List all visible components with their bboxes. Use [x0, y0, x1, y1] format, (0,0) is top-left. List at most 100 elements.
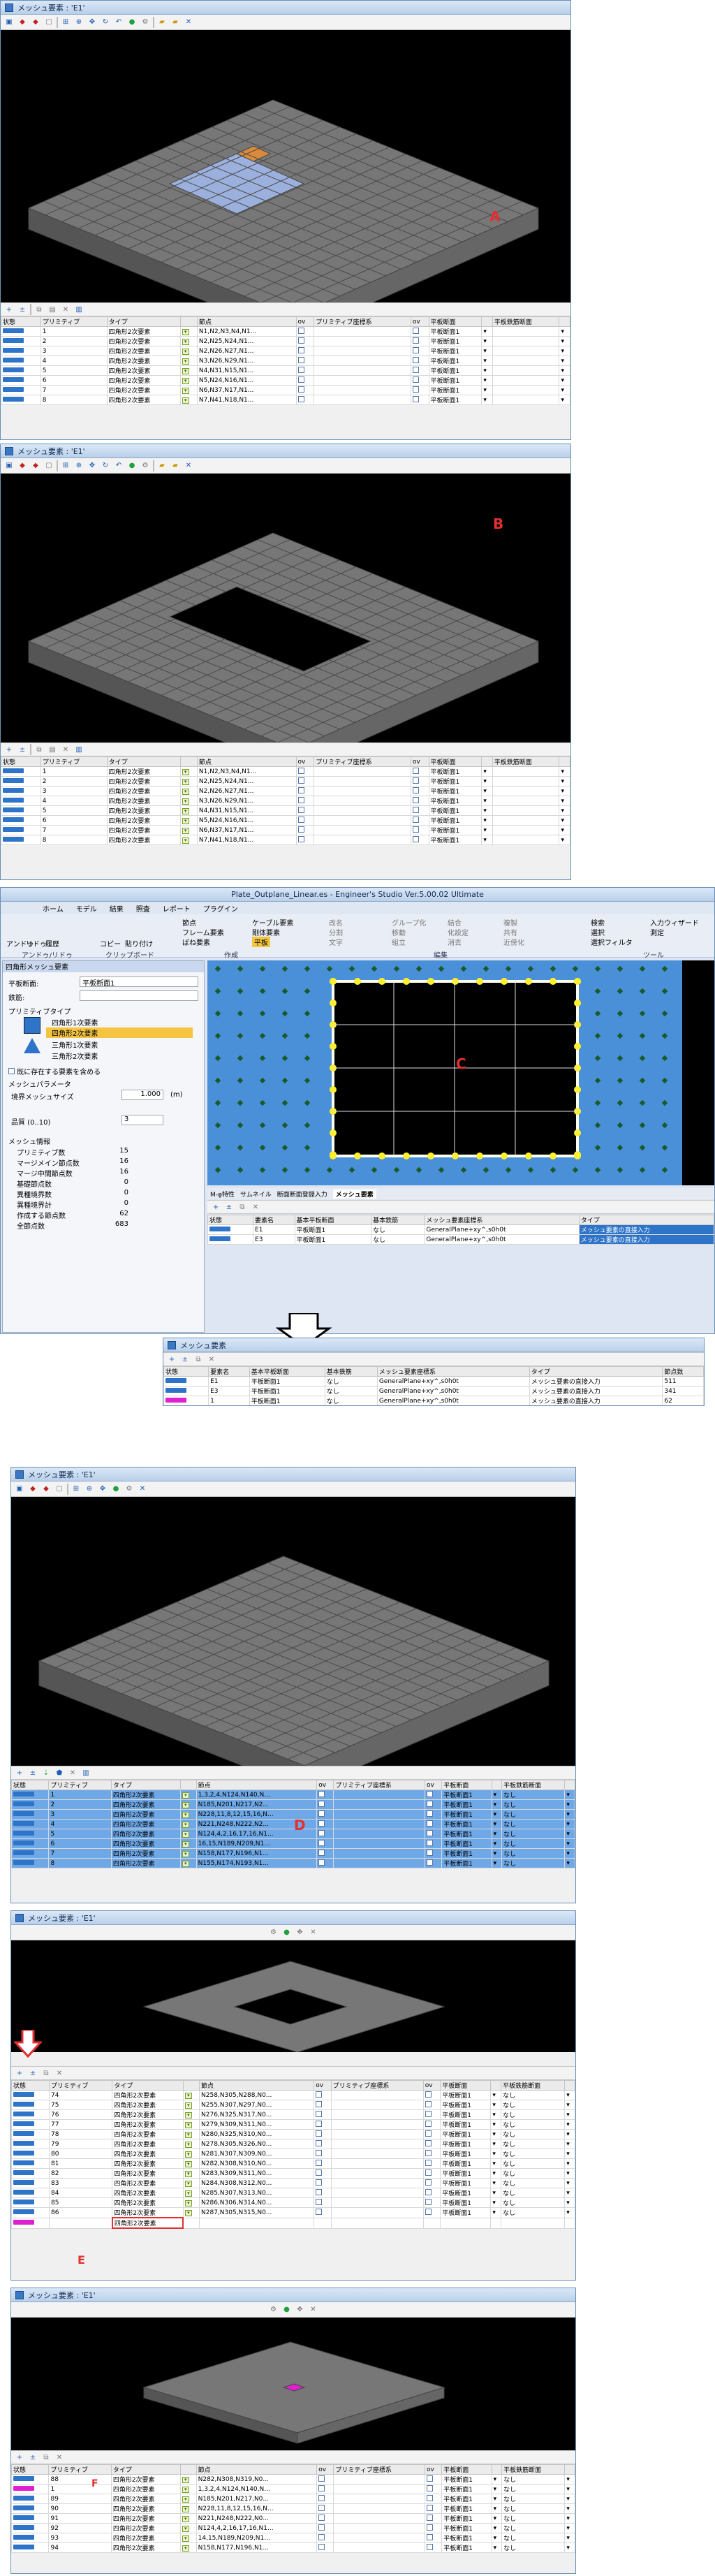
chevron-down-icon[interactable]: ▾: [182, 2515, 189, 2522]
menu-report[interactable]: レポート: [163, 903, 191, 914]
edit-text[interactable]: 文字: [329, 937, 343, 947]
table-row[interactable]: 1 四角形2次要素 ▾ N1,N2,N3,N4,N1... 平板断面1 ▾ ▾: [1, 766, 570, 777]
chevron-down-icon[interactable]: ▾: [184, 2170, 192, 2177]
chevron-down-icon[interactable]: ▾: [491, 2484, 503, 2494]
wire-icon[interactable]: ▢: [43, 17, 54, 28]
copy-icon[interactable]: ⧉: [34, 304, 45, 315]
chevron-down-icon[interactable]: ▾: [182, 1801, 189, 1808]
delete-icon[interactable]: ✕: [250, 1201, 261, 1213]
chevron-down-icon[interactable]: ▾: [559, 346, 570, 356]
checkbox[interactable]: [412, 395, 419, 402]
create-spring[interactable]: ばね要素: [182, 937, 210, 947]
menu-model[interactable]: モデル: [76, 903, 97, 914]
fit-icon[interactable]: ⊞: [60, 17, 71, 28]
chevron-down-icon[interactable]: ▾: [184, 2131, 192, 2138]
copy-icon[interactable]: ⧉: [34, 744, 45, 755]
chevron-down-icon[interactable]: ▾: [184, 2102, 192, 2109]
chevron-down-icon[interactable]: ▾: [564, 2513, 575, 2524]
prim-tri1[interactable]: 三角形1次要素: [52, 1039, 98, 1050]
chevron-down-icon[interactable]: ▾: [491, 1799, 503, 1810]
chevron-down-icon[interactable]: ▾: [481, 395, 493, 405]
checkbox[interactable]: [316, 2110, 323, 2117]
chevron-down-icon[interactable]: ▾: [559, 326, 570, 337]
edit-group[interactable]: グループ化: [392, 917, 426, 928]
table-row[interactable]: 94 四角形2次要素 ▾ N158,N177,N196,N1... 平板断面1 ▾ なし ▾: [11, 2542, 575, 2553]
checkbox[interactable]: [318, 1820, 325, 1827]
table-row[interactable]: 4 四角形2次要素 ▾ N3,N26,N29,N1... 平板断面1 ▾ ▾: [1, 356, 570, 366]
chevron-down-icon[interactable]: ▾: [182, 837, 189, 844]
menu-check[interactable]: 照査: [136, 903, 150, 914]
chevron-down-icon[interactable]: ▾: [182, 387, 189, 394]
render-icon[interactable]: ◆: [17, 460, 28, 471]
table-row[interactable]: 3 四角形2次要素 ▾ N228,11,8,12,15,16,N... 平板断面1 ▾ なし…: [11, 1809, 575, 1820]
chevron-down-icon[interactable]: ▾: [564, 1809, 575, 1820]
chevron-down-icon[interactable]: ▾: [559, 825, 570, 835]
chevron-down-icon[interactable]: ▾: [490, 2119, 502, 2130]
chevron-down-icon[interactable]: ▾: [481, 766, 493, 777]
tab-section[interactable]: 断面断面登録入力: [277, 1190, 327, 1199]
rotate-icon[interactable]: ↻: [100, 460, 111, 471]
3d-viewport[interactable]: [11, 2318, 575, 2450]
rebar-select[interactable]: [80, 990, 198, 1001]
chevron-down-icon[interactable]: ▾: [491, 1848, 503, 1859]
checkbox[interactable]: [316, 2100, 323, 2107]
close-icon[interactable]: ✕: [308, 2304, 319, 2315]
chevron-down-icon[interactable]: ▾: [184, 2121, 192, 2128]
render-icon[interactable]: ◆: [27, 1484, 38, 1495]
checkbox[interactable]: [412, 356, 419, 363]
tab-thumbnail[interactable]: サムネイル: [240, 1190, 272, 1199]
checkbox[interactable]: [425, 2091, 432, 2098]
checkbox[interactable]: [316, 2130, 323, 2137]
create-frame[interactable]: フレーム要素: [182, 927, 224, 937]
chevron-down-icon[interactable]: ▾: [182, 2545, 189, 2552]
checkbox[interactable]: [425, 2169, 432, 2176]
insert-row-icon[interactable]: ±: [27, 2068, 38, 2079]
checkbox[interactable]: [412, 806, 419, 813]
edge-size-input[interactable]: 1.000: [121, 1090, 163, 1100]
table-row[interactable]: 78 四角形2次要素 ▾ N280,N325,N310,N0... 平板断面1 ▾ なし ▾: [11, 2129, 575, 2139]
chevron-down-icon[interactable]: ▾: [184, 2112, 192, 2118]
chevron-down-icon[interactable]: ▾: [564, 2090, 575, 2100]
view-icon[interactable]: ▣: [14, 1484, 25, 1495]
merge-icon[interactable]: ⇣: [40, 1767, 52, 1778]
add-row-icon[interactable]: +: [3, 744, 15, 755]
checkbox[interactable]: [297, 376, 304, 383]
table-row[interactable]: 89 四角形2次要素 ▾ N185,N201,N217,N0... 平板断面1 ▾ なし ▾: [11, 2494, 575, 2504]
table-row[interactable]: 5 四角形2次要素 ▾ N4,N31,N15,N1... 平板断面1 ▾ ▾: [1, 365, 570, 376]
table-row[interactable]: 85 四角形2次要素 ▾ N286,N306,N314,N0... 平板断面1 ▾ なし ▾: [11, 2197, 575, 2208]
table-row[interactable]: 93 四角形2次要素 ▾ 14,15,N189,N209,N1... 平板断面1 ▾ なし ▾: [11, 2533, 575, 2543]
menu-plugin[interactable]: プラグイン: [203, 903, 238, 914]
insert-row-icon[interactable]: ±: [179, 1354, 191, 1365]
thick-select[interactable]: 平板断面1: [80, 976, 198, 988]
checkbox[interactable]: [412, 796, 419, 803]
checkbox[interactable]: [427, 1849, 433, 1856]
edit-setting[interactable]: 化設定: [448, 927, 469, 937]
chevron-down-icon[interactable]: ▾: [182, 827, 189, 834]
table-row[interactable]: 7 四角形2次要素 ▾ N158,N177,N196,N1... 平板断面1 ▾ なし ▾: [11, 1848, 575, 1859]
chevron-down-icon[interactable]: ▾: [491, 2503, 503, 2514]
checkbox[interactable]: [425, 2179, 432, 2186]
checkbox[interactable]: [318, 1849, 325, 1856]
shade-icon[interactable]: ◆: [30, 17, 41, 28]
table-row[interactable]: 6 四角形2次要素 ▾ N5,N24,N16,N1... 平板断面1 ▾ ▾: [1, 815, 570, 826]
zoom-icon[interactable]: ⊕: [73, 460, 84, 471]
chevron-down-icon[interactable]: ▾: [481, 805, 493, 816]
chevron-down-icon[interactable]: ▾: [491, 1838, 503, 1849]
table-row[interactable]: 84 四角形2次要素 ▾ N285,N307,N313,N0... 平板断面1 ▾ なし ▾: [11, 2188, 575, 2198]
chevron-down-icon[interactable]: ▾: [184, 2209, 192, 2216]
checkbox[interactable]: [412, 777, 419, 784]
add-row-icon[interactable]: +: [14, 1767, 25, 1778]
checkbox[interactable]: [318, 2484, 325, 2491]
checkbox[interactable]: [318, 2504, 325, 2511]
edit-duplicate[interactable]: 複製: [503, 917, 517, 928]
edit-assemble[interactable]: 組立: [392, 937, 406, 947]
chevron-down-icon[interactable]: ▾: [491, 2542, 503, 2553]
chevron-down-icon[interactable]: ▾: [182, 798, 189, 805]
chevron-down-icon[interactable]: ▾: [564, 2100, 575, 2110]
chevron-down-icon[interactable]: ▾: [559, 395, 570, 405]
chevron-down-icon[interactable]: ▾: [184, 2200, 192, 2207]
checkbox[interactable]: [412, 337, 419, 344]
checkbox[interactable]: [425, 2100, 432, 2107]
table-row[interactable]: 8 四角形2次要素 ▾ N155,N174,N193,N1... 平板断面1 ▾ なし ▾: [11, 1858, 575, 1868]
checkbox[interactable]: [318, 2494, 325, 2501]
